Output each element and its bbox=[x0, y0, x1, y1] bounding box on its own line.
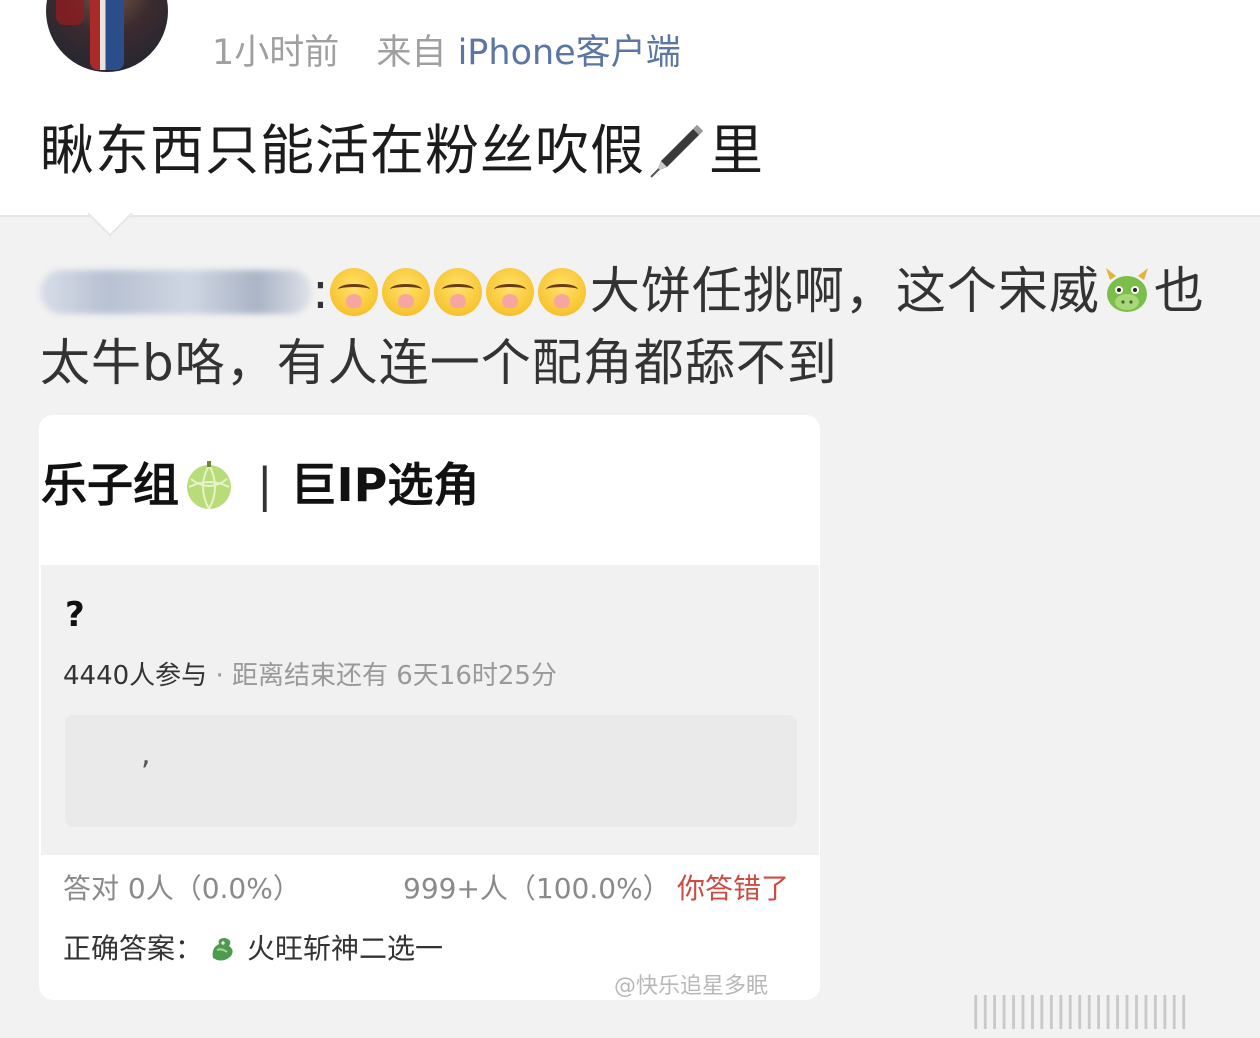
card-title: 乐子组 | 巨IP选角 bbox=[41, 449, 479, 515]
wrong-stats: 999+人（100.0%） bbox=[403, 872, 671, 905]
answer-label: 正确答案： bbox=[63, 932, 204, 965]
dragon-icon bbox=[207, 934, 237, 964]
emoji-group bbox=[329, 262, 590, 320]
card-watermark: @快乐追星多眠 bbox=[614, 974, 769, 999]
post-text-part1: 瞅东西只能活在粉丝吹假 bbox=[40, 119, 645, 182]
source-prefix: 来自 bbox=[376, 33, 447, 73]
melon-icon bbox=[183, 459, 235, 511]
countdown: · 距离结束还有 6天16时25分 bbox=[215, 661, 557, 691]
post-time: 1小时前 bbox=[212, 33, 340, 73]
quiz-question: ? bbox=[65, 595, 85, 635]
card-title-part2: 巨IP选角 bbox=[290, 458, 480, 512]
crying-face-icon bbox=[485, 268, 534, 316]
repost-text: : 大饼任挑啊，这个宋威 也太牛b咯，有人连一个配角都舔不到 bbox=[40, 255, 1220, 399]
repost-text-part1: 大饼任挑啊，这个宋威 bbox=[589, 262, 1100, 320]
option-text: , bbox=[141, 737, 151, 772]
crying-face-icon bbox=[329, 268, 378, 316]
correct-stats: 答对 0人（0.0%） bbox=[63, 872, 301, 905]
title-separator: | bbox=[257, 458, 273, 512]
original-post: 1小时前 来自 iPhone客户端 瞅东西只能活在粉丝吹假 里 bbox=[0, 0, 1260, 215]
quiz-option[interactable]: , bbox=[65, 715, 797, 827]
mention-colon: : bbox=[312, 262, 330, 320]
card-title-part1: 乐子组 bbox=[41, 458, 179, 512]
footer-watermark: ||||||||||||||||||||||| bbox=[970, 990, 1189, 1030]
dragon-face-icon bbox=[1100, 264, 1154, 318]
quiz-meta: 4440人参与 · 距离结束还有 6天16时25分 bbox=[63, 655, 557, 692]
post-text: 瞅东西只能活在粉丝吹假 里 bbox=[40, 106, 764, 185]
quiz-result: 答对 0人（0.0%） 999+人（100.0%） 你答错了 bbox=[63, 867, 789, 907]
participants-count: 4440人参与 bbox=[63, 661, 208, 691]
correct-answer: 正确答案： 火旺斩神二选一 bbox=[63, 927, 443, 967]
crying-face-icon bbox=[537, 268, 586, 316]
source-link[interactable]: iPhone客户端 bbox=[458, 33, 681, 73]
fountain-pen-icon bbox=[647, 119, 707, 179]
crying-face-icon bbox=[433, 268, 482, 316]
blurred-mention-link[interactable] bbox=[40, 270, 312, 314]
post-text-part2: 里 bbox=[709, 119, 764, 182]
embedded-screenshot[interactable]: 乐子组 | 巨IP选角 ? 4440人参与 · 距离结束还有 6天16时25分 ,… bbox=[39, 415, 820, 1000]
post-meta: 1小时前 来自 iPhone客户端 bbox=[212, 24, 681, 75]
answer-text: 火旺斩神二选一 bbox=[247, 932, 444, 965]
wrong-answer-label: 你答错了 bbox=[677, 872, 790, 905]
crying-face-icon bbox=[381, 268, 430, 316]
avatar[interactable] bbox=[46, 0, 168, 72]
